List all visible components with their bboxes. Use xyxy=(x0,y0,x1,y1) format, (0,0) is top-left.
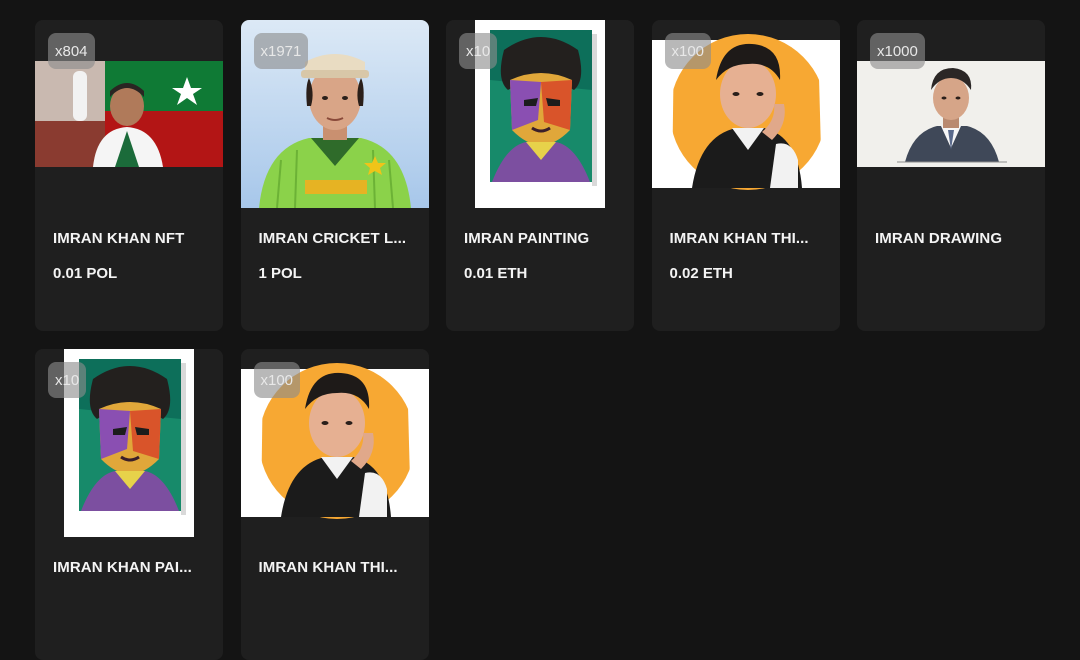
nft-price: 1 POL xyxy=(258,265,302,282)
edition-count-badge: x804 xyxy=(48,33,95,69)
nft-title: IMRAN DRAWING xyxy=(875,230,1003,247)
edition-count-badge: x100 xyxy=(664,33,712,69)
edition-count-badge: x100 xyxy=(253,362,301,398)
nft-card[interactable]: x100 IMRAN KHAN THI... xyxy=(240,349,429,660)
nft-image: x10 xyxy=(35,349,223,537)
nft-title: IMRAN PAINTING xyxy=(464,230,590,247)
nft-image: x804 xyxy=(35,20,223,208)
nft-image: x1971 xyxy=(240,20,429,208)
edition-count-badge: x10 xyxy=(48,362,87,398)
nft-card[interactable]: x1971 IMRAN CRICKET L... 1 POL xyxy=(240,20,429,331)
nft-title: IMRAN KHAN NFT xyxy=(53,230,185,247)
nft-card[interactable]: x804 IMRAN KHAN NFT 0.01 POL xyxy=(35,20,223,331)
nft-title: IMRAN KHAN THI... xyxy=(669,230,809,247)
nft-image: x10 xyxy=(446,20,634,208)
nft-price: 0.01 POL xyxy=(53,265,118,282)
nft-card[interactable]: x10 IMRAN PAINTING 0.01 ETH xyxy=(446,20,634,331)
nft-title: IMRAN KHAN PAI... xyxy=(53,559,192,576)
nft-card[interactable]: x1000 IMRAN DRAWING xyxy=(857,20,1045,331)
nft-image: x100 xyxy=(651,20,840,208)
nft-card[interactable]: x100 IMRAN KHAN THI... 0.02 ETH xyxy=(651,20,840,331)
nft-image: x100 xyxy=(240,349,429,537)
nft-title: IMRAN CRICKET L... xyxy=(258,230,407,247)
nft-image: x1000 xyxy=(857,20,1045,208)
nft-price: 0.02 ETH xyxy=(669,265,733,282)
nft-grid: x804 IMRAN KHAN NFT 0.01 POL x1971 IMRAN… xyxy=(35,20,1045,660)
nft-card[interactable]: x10 IMRAN KHAN PAI... xyxy=(35,349,223,660)
nft-price: 0.01 ETH xyxy=(464,265,528,282)
edition-count-badge: x1000 xyxy=(870,33,925,69)
nft-title: IMRAN KHAN THI... xyxy=(258,559,398,576)
edition-count-badge: x10 xyxy=(459,33,498,69)
edition-count-badge: x1971 xyxy=(253,33,309,69)
